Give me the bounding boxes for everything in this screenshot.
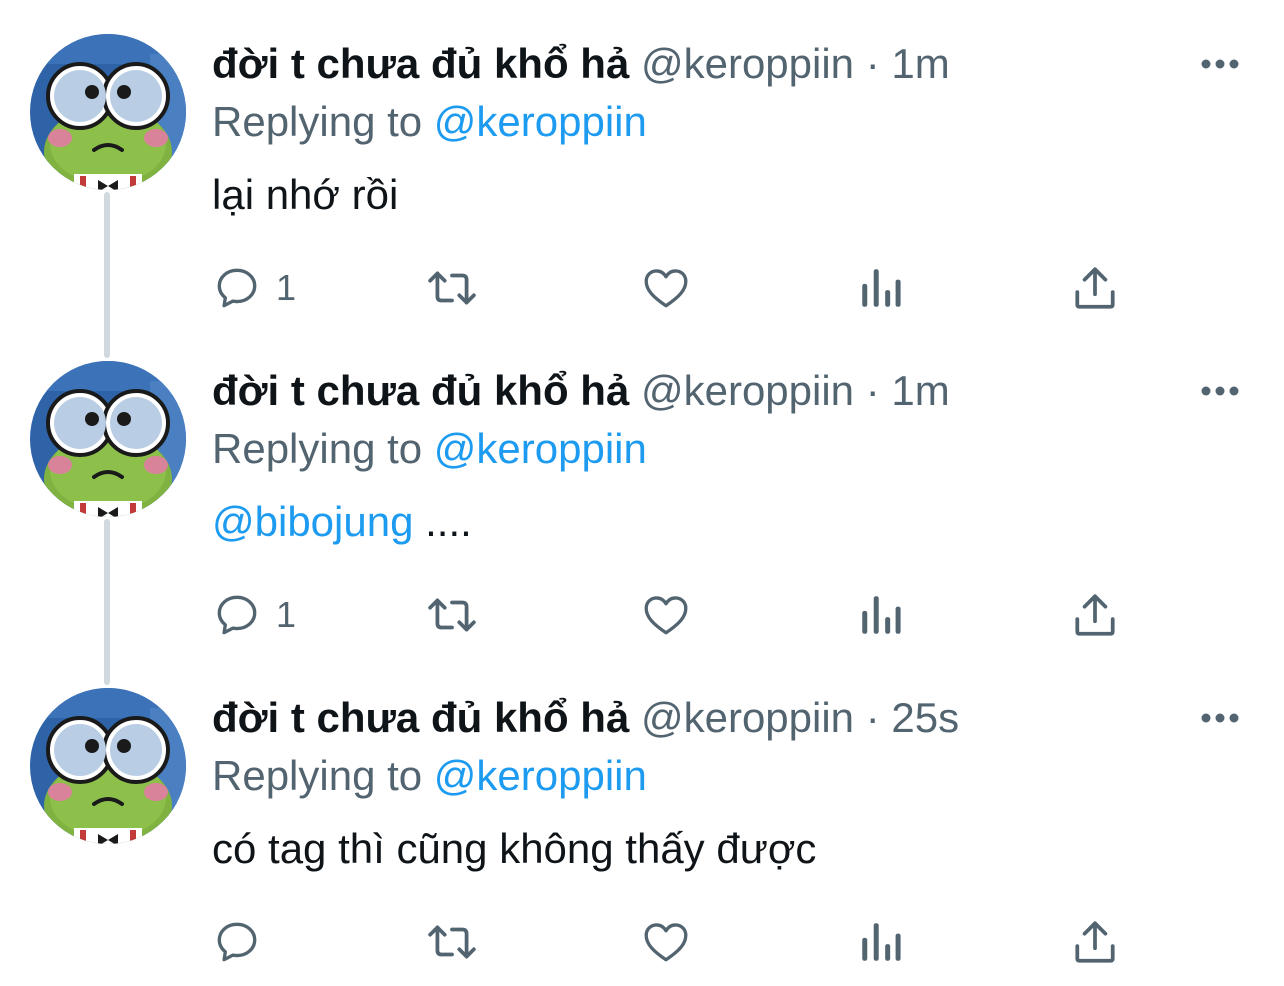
keroppi-avatar-image (30, 688, 186, 844)
heart-icon (644, 596, 688, 635)
more-options-button[interactable] (1198, 706, 1242, 730)
tweet-header: đời t chưa đủ khổ hả @keroppiin · 1m (212, 363, 950, 419)
reply-button[interactable]: 1 (212, 585, 296, 645)
reply-count: 1 (276, 594, 297, 635)
retweet-button[interactable] (424, 258, 480, 318)
share-button[interactable] (1072, 585, 1118, 645)
share-upload-icon (1075, 267, 1115, 309)
reply-bubble-icon (217, 268, 257, 308)
retweet-arrows-icon (428, 271, 476, 305)
like-button[interactable] (640, 585, 692, 645)
replying-to-line: Replying to @keroppiin (212, 421, 647, 477)
reply-button[interactable] (212, 912, 276, 972)
author-name[interactable]: đời t chưa đủ khổ hả (212, 694, 629, 741)
keroppi-avatar-image (30, 34, 186, 190)
more-options-button[interactable] (1198, 379, 1242, 403)
bar-chart-views-icon (862, 269, 901, 307)
more-horizontal-icon (1201, 386, 1239, 396)
like-button[interactable] (640, 912, 692, 972)
views-button[interactable] (858, 585, 904, 645)
tweet[interactable]: đời t chưa đủ khổ hả @keroppiin · 1m Rep… (0, 327, 1284, 654)
share-upload-icon (1075, 921, 1115, 963)
tweet[interactable]: đời t chưa đủ khổ hả @keroppiin · 25s Re… (0, 654, 1284, 981)
replying-to-label: Replying to (212, 425, 423, 472)
tweet-text: lại nhớ rồi (212, 166, 398, 224)
tweet-header: đời t chưa đủ khổ hả @keroppiin · 1m (212, 36, 950, 92)
replying-to-mention[interactable]: @keroppiin (434, 425, 647, 472)
tweet-actions (0, 912, 1284, 972)
replying-to-label: Replying to (212, 752, 423, 799)
tweet[interactable]: đời t chưa đủ khổ hả @keroppiin · 1m Rep… (0, 0, 1284, 327)
replying-to-label: Replying to (212, 98, 423, 145)
retweet-arrows-icon (428, 598, 476, 632)
avatar[interactable] (30, 361, 186, 517)
author-handle[interactable]: @keroppiin (641, 694, 854, 741)
reply-count: 1 (276, 267, 297, 308)
tweet-text-content: .... (413, 498, 472, 545)
like-button[interactable] (640, 258, 692, 318)
tweet-text: @bibojung .... (212, 493, 472, 551)
heart-icon (644, 923, 688, 962)
author-handle[interactable]: @keroppiin (641, 367, 854, 414)
separator-dot: · (865, 694, 880, 741)
reply-bubble-icon (217, 922, 257, 962)
reply-bubble-icon (217, 595, 257, 635)
tweet-actions: 1 (0, 258, 1284, 318)
bar-chart-views-icon (862, 596, 901, 634)
reply-button[interactable]: 1 (212, 258, 296, 318)
replying-to-line: Replying to @keroppiin (212, 94, 647, 150)
replying-to-mention[interactable]: @keroppiin (434, 752, 647, 799)
share-upload-icon (1075, 594, 1115, 636)
timestamp[interactable]: 25s (891, 694, 959, 741)
timestamp[interactable]: 1m (891, 367, 949, 414)
replying-to-line: Replying to @keroppiin (212, 748, 647, 804)
tweet-mention[interactable]: @bibojung (212, 498, 413, 545)
tweet-text: có tag thì cũng không thấy được (212, 820, 816, 878)
views-button[interactable] (858, 912, 904, 972)
tweet-text-content: có tag thì cũng không thấy được (212, 825, 817, 872)
author-name[interactable]: đời t chưa đủ khổ hả (212, 367, 629, 414)
tweet-header: đời t chưa đủ khổ hả @keroppiin · 25s (212, 690, 959, 746)
heart-icon (644, 269, 688, 308)
retweet-arrows-icon (428, 925, 476, 959)
bar-chart-views-icon (862, 923, 901, 961)
tweet-actions: 1 (0, 585, 1284, 645)
timestamp[interactable]: 1m (891, 40, 949, 87)
retweet-button[interactable] (424, 912, 480, 972)
more-horizontal-icon (1201, 59, 1239, 69)
tweet-text-content: lại nhớ rồi (212, 171, 399, 218)
avatar[interactable] (30, 34, 186, 190)
share-button[interactable] (1072, 258, 1118, 318)
author-name[interactable]: đời t chưa đủ khổ hả (212, 40, 629, 87)
author-handle[interactable]: @keroppiin (641, 40, 854, 87)
more-horizontal-icon (1201, 713, 1239, 723)
more-options-button[interactable] (1198, 52, 1242, 76)
views-button[interactable] (858, 258, 904, 318)
retweet-button[interactable] (424, 585, 480, 645)
separator-dot: · (865, 40, 880, 87)
share-button[interactable] (1072, 912, 1118, 972)
avatar[interactable] (30, 688, 186, 844)
separator-dot: · (865, 367, 880, 414)
keroppi-avatar-image (30, 361, 186, 517)
replying-to-mention[interactable]: @keroppiin (434, 98, 647, 145)
